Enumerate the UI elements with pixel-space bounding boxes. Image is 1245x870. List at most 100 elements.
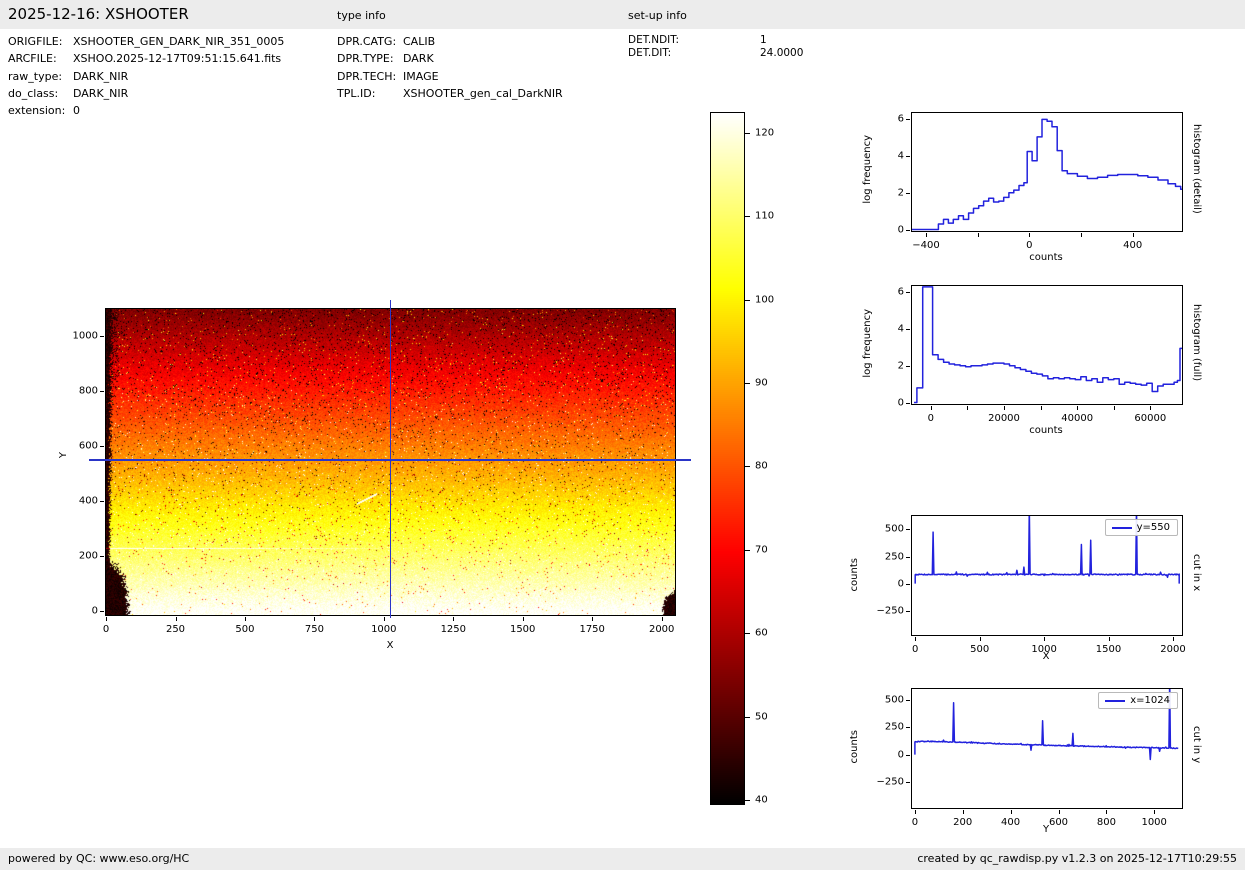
x-tick: [1081, 233, 1082, 237]
x-tick-label: 1250: [441, 624, 466, 635]
x-tick-label: 750: [305, 624, 324, 635]
y-tick: [906, 611, 910, 612]
y-tick: [906, 584, 910, 585]
x-tick-label: −400: [912, 240, 939, 251]
qc-report-page: 2025-12-16: XSHOOTER type info set-up in…: [0, 0, 1245, 870]
info-row: DPR.TYPE:DARK: [337, 50, 563, 67]
y-tick-label: 200: [79, 551, 98, 562]
info-row: DET.NDIT:1: [628, 34, 803, 47]
legend-y550: y=550: [1105, 519, 1178, 536]
cut-in-x-plot: y=550 0500100015002000−2500250500: [911, 515, 1183, 636]
x-tick: [1114, 406, 1115, 410]
setup-info-table: DET.NDIT:1DET.DIT:24.0000: [628, 34, 803, 59]
x-tick-label: 250: [166, 624, 185, 635]
legend-line-sample: [1112, 527, 1132, 529]
x-tick: [106, 617, 107, 621]
y-tick-label: 6: [898, 114, 904, 125]
data-line: [912, 286, 1182, 404]
page-title: 2025-12-16: XSHOOTER: [8, 5, 189, 23]
y-tick-label: 500: [885, 524, 904, 535]
info-label: do_class:: [8, 85, 73, 102]
histogram-detail-plot: −40004000246: [911, 112, 1183, 232]
y-tick: [100, 501, 104, 502]
y-tick-label: 500: [885, 695, 904, 706]
y-tick: [906, 119, 910, 120]
info-label: DET.DIT:: [628, 47, 760, 60]
x-tick: [1106, 810, 1107, 814]
x-tick-label: 0: [912, 817, 918, 828]
y-tick: [100, 391, 104, 392]
info-value: XSHOOTER_gen_cal_DarkNIR: [403, 85, 563, 102]
colorbar-tick: [744, 383, 750, 384]
hist-detail-ylabel: log frequency: [862, 135, 873, 204]
x-tick: [453, 617, 454, 621]
x-tick-label: 2000: [1160, 644, 1185, 655]
colorbar-tick-label: 110: [755, 211, 774, 222]
x-tick-label: 800: [1097, 817, 1116, 828]
x-tick-label: 200: [953, 817, 972, 828]
info-label: ARCFILE:: [8, 50, 73, 67]
x-tick: [662, 617, 663, 621]
hist-full-xlabel: counts: [1006, 425, 1086, 436]
x-tick: [926, 233, 927, 237]
x-tick-label: 500: [970, 644, 989, 655]
colorbar-tick: [744, 300, 750, 301]
y-tick: [100, 611, 104, 612]
colorbar-tick-label: 100: [755, 294, 774, 305]
hist-full-side-label: histogram (full): [1191, 304, 1202, 381]
x-tick: [978, 233, 979, 237]
info-value: XSHOO.2025-12-17T09:51:15.641.fits: [73, 50, 281, 67]
cut-x-ylabel: counts: [849, 558, 860, 591]
x-tick: [245, 617, 246, 621]
x-tick: [314, 617, 315, 621]
hist-detail-side-label: histogram (detail): [1191, 124, 1202, 214]
y-tick: [100, 556, 104, 557]
y-tick-label: 400: [79, 496, 98, 507]
y-tick: [906, 782, 910, 783]
y-tick: [906, 230, 910, 231]
y-tick: [906, 557, 910, 558]
x-tick: [1133, 233, 1134, 237]
hist-detail-xlabel: counts: [1006, 252, 1086, 263]
info-value: 0: [73, 102, 80, 119]
colorbar-tick: [744, 133, 750, 134]
info-row: TPL.ID:XSHOOTER_gen_cal_DarkNIR: [337, 85, 563, 102]
y-tick-label: 0: [898, 397, 904, 408]
y-tick: [906, 366, 910, 367]
x-tick: [1029, 233, 1030, 237]
y-tick-label: −250: [877, 605, 904, 616]
colorbar-tick: [744, 633, 750, 634]
type-info-table: DPR.CATG:CALIBDPR.TYPE:DARKDPR.TECH:IMAG…: [337, 33, 563, 102]
x-tick: [931, 406, 932, 410]
y-tick: [906, 755, 910, 756]
info-row: ARCFILE:XSHOO.2025-12-17T09:51:15.641.fi…: [8, 50, 284, 67]
colorbar-tick-label: 90: [755, 378, 768, 389]
info-label: DPR.TYPE:: [337, 50, 403, 67]
x-tick-label: 2000: [649, 624, 674, 635]
cut-x-side-label: cut in x: [1191, 554, 1202, 591]
y-tick-label: 6: [898, 287, 904, 298]
cut-in-y-plot: x=1024 02004006008001000−2500250500: [911, 688, 1183, 809]
y-tick-label: 600: [79, 441, 98, 452]
x-tick: [963, 810, 964, 814]
main-plot-ylabel: Y: [58, 452, 69, 458]
y-tick-label: 0: [898, 749, 904, 760]
footer-bar: powered by QC: www.eso.org/HC created by…: [0, 848, 1245, 870]
y-tick-label: 2: [898, 187, 904, 198]
histogram-full-plot: 02000040000600000246: [911, 285, 1183, 405]
x-tick: [1059, 810, 1060, 814]
x-tick-label: 20000: [988, 413, 1020, 424]
y-tick-label: 0: [898, 578, 904, 589]
footer-powered-by: powered by QC: www.eso.org/HC: [8, 852, 189, 865]
y-tick-label: 0: [92, 605, 98, 616]
legend-x1024: x=1024: [1098, 692, 1178, 709]
colorbar-tick: [744, 717, 750, 718]
colorbar-tick-label: 60: [755, 628, 768, 639]
colorbar-tick-label: 70: [755, 544, 768, 555]
y-tick: [906, 193, 910, 194]
hist-full-ylabel: log frequency: [862, 309, 873, 378]
colorbar-tick-label: 80: [755, 461, 768, 472]
x-tick-label: 0: [103, 624, 109, 635]
section-label-setup-info: set-up info: [628, 9, 687, 22]
y-tick-label: 1000: [73, 331, 98, 342]
